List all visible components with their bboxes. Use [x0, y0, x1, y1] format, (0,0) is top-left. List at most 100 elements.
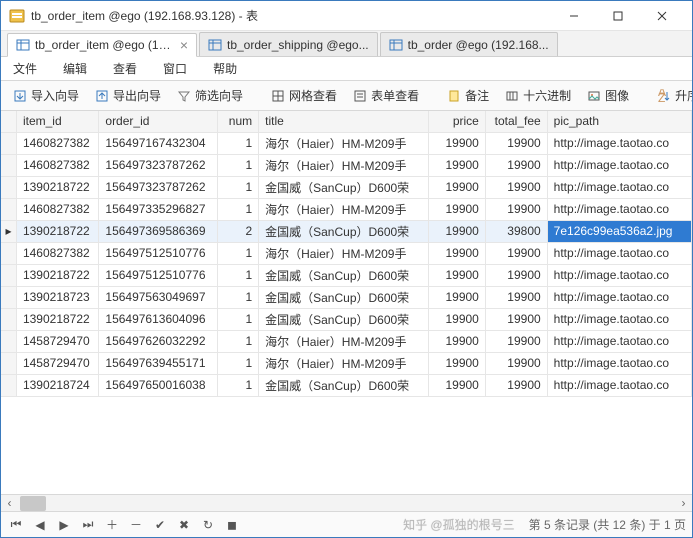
cell-title[interactable]: 金国威（SanCup）D600荣 — [259, 286, 429, 308]
column-header-title[interactable]: title — [259, 111, 429, 132]
column-header-item_id[interactable]: item_id — [16, 111, 98, 132]
cell-pic_path[interactable]: http://image.taotao.co — [547, 198, 691, 220]
cell-pic_path[interactable]: http://image.taotao.co — [547, 374, 691, 396]
cell-total_fee[interactable]: 19900 — [485, 154, 547, 176]
cell-pic_path[interactable]: http://image.taotao.co — [547, 352, 691, 374]
cell-num[interactable]: 1 — [217, 308, 258, 330]
cell-price[interactable]: 19900 — [429, 154, 486, 176]
form-view-button[interactable]: 表单查看 — [347, 85, 425, 107]
scroll-left-icon[interactable]: ‹ — [1, 496, 18, 510]
maximize-button[interactable] — [596, 2, 640, 30]
menu-view[interactable]: 查看 — [107, 58, 143, 79]
cell-num[interactable]: 1 — [217, 242, 258, 264]
cell-order_id[interactable]: 156497563049697 — [99, 286, 218, 308]
cell-item_id[interactable]: 1458729470 — [16, 330, 98, 352]
cell-item_id[interactable]: 1390218722 — [16, 220, 98, 242]
scroll-thumb[interactable] — [20, 496, 46, 511]
table-row[interactable]: 13902187221564973237872621金国威（SanCup）D60… — [1, 176, 692, 198]
nav-add-icon[interactable]: ＋ — [103, 516, 121, 534]
cell-order_id[interactable]: 156497323787262 — [99, 154, 218, 176]
filter-wizard-button[interactable]: 筛选向导 — [171, 85, 249, 107]
table-row[interactable]: ▸13902187221564973695863692金国威（SanCup）D6… — [1, 220, 692, 242]
cell-pic_path[interactable]: http://image.taotao.co — [547, 242, 691, 264]
cell-order_id[interactable]: 156497613604096 — [99, 308, 218, 330]
cell-title[interactable]: 海尔（Haier）HM-M209手 — [259, 242, 429, 264]
table-row[interactable]: 13902187231564975630496971金国威（SanCup）D60… — [1, 286, 692, 308]
nav-prev-icon[interactable]: ◀ — [31, 516, 49, 534]
cell-order_id[interactable]: 156497335296827 — [99, 198, 218, 220]
cell-pic_path[interactable]: http://image.taotao.co — [547, 132, 691, 154]
cell-num[interactable]: 1 — [217, 154, 258, 176]
cell-price[interactable]: 19900 — [429, 374, 486, 396]
cell-title[interactable]: 海尔（Haier）HM-M209手 — [259, 132, 429, 154]
cell-title[interactable]: 海尔（Haier）HM-M209手 — [259, 154, 429, 176]
cell-num[interactable]: 2 — [217, 220, 258, 242]
horizontal-scrollbar[interactable]: ‹ › — [1, 494, 692, 511]
import-wizard-button[interactable]: 导入向导 — [7, 85, 85, 107]
cell-order_id[interactable]: 156497369586369 — [99, 220, 218, 242]
memo-button[interactable]: 备注 — [441, 85, 495, 107]
tab-close-icon[interactable]: × — [180, 38, 188, 52]
cell-item_id[interactable]: 1390218723 — [16, 286, 98, 308]
table-row[interactable]: 14587294701564976260322921海尔（Haier）HM-M2… — [1, 330, 692, 352]
sort-asc-button[interactable]: AZ升序排序 — [651, 85, 692, 107]
cell-item_id[interactable]: 1458729470 — [16, 352, 98, 374]
tab-1[interactable]: tb_order_shipping @ego... — [199, 32, 378, 56]
column-header-order_id[interactable]: order_id — [99, 111, 218, 132]
cell-total_fee[interactable]: 19900 — [485, 352, 547, 374]
nav-apply-icon[interactable]: ✔ — [151, 516, 169, 534]
cell-total_fee[interactable]: 19900 — [485, 374, 547, 396]
column-header-total_fee[interactable]: total_fee — [485, 111, 547, 132]
hex-button[interactable]: 十六进制 — [499, 85, 577, 107]
cell-item_id[interactable]: 1390218722 — [16, 264, 98, 286]
tab-0[interactable]: tb_order_item @ego (19...× — [7, 33, 197, 57]
table-row[interactable]: 14587294701564976394551711海尔（Haier）HM-M2… — [1, 352, 692, 374]
table-row[interactable]: 14608273821564973352968271海尔（Haier）HM-M2… — [1, 198, 692, 220]
cell-num[interactable]: 1 — [217, 352, 258, 374]
scroll-right-icon[interactable]: › — [675, 496, 692, 510]
cell-item_id[interactable]: 1390218722 — [16, 176, 98, 198]
cell-item_id[interactable]: 1460827382 — [16, 198, 98, 220]
cell-order_id[interactable]: 156497626032292 — [99, 330, 218, 352]
cell-pic_path[interactable]: 7e126c99ea536a2.jpg — [547, 220, 691, 242]
cell-title[interactable]: 海尔（Haier）HM-M209手 — [259, 352, 429, 374]
cell-total_fee[interactable]: 19900 — [485, 132, 547, 154]
cell-order_id[interactable]: 156497512510776 — [99, 242, 218, 264]
cell-item_id[interactable]: 1460827382 — [16, 242, 98, 264]
cell-item_id[interactable]: 1390218722 — [16, 308, 98, 330]
cell-total_fee[interactable]: 19900 — [485, 242, 547, 264]
table-row[interactable]: 13902187221564975125107761金国威（SanCup）D60… — [1, 264, 692, 286]
nav-last-icon[interactable]: ⏭ — [79, 516, 97, 534]
cell-num[interactable]: 1 — [217, 264, 258, 286]
cell-price[interactable]: 19900 — [429, 286, 486, 308]
cell-price[interactable]: 19900 — [429, 330, 486, 352]
column-header-price[interactable]: price — [429, 111, 486, 132]
cell-price[interactable]: 19900 — [429, 352, 486, 374]
cell-price[interactable]: 19900 — [429, 198, 486, 220]
cell-num[interactable]: 1 — [217, 286, 258, 308]
cell-num[interactable]: 1 — [217, 176, 258, 198]
cell-total_fee[interactable]: 19900 — [485, 176, 547, 198]
cell-title[interactable]: 海尔（Haier）HM-M209手 — [259, 198, 429, 220]
cell-title[interactable]: 金国威（SanCup）D600荣 — [259, 308, 429, 330]
column-header-pic_path[interactable]: pic_path — [547, 111, 691, 132]
cell-price[interactable]: 19900 — [429, 308, 486, 330]
table-row[interactable]: 14608273821564973237872621海尔（Haier）HM-M2… — [1, 154, 692, 176]
cell-price[interactable]: 19900 — [429, 242, 486, 264]
nav-delete-icon[interactable]: － — [127, 516, 145, 534]
cell-price[interactable]: 19900 — [429, 132, 486, 154]
data-grid[interactable]: item_idorder_idnumtitlepricetotal_feepic… — [1, 111, 692, 494]
nav-stop-icon[interactable]: ◼ — [223, 516, 241, 534]
cell-total_fee[interactable]: 19900 — [485, 286, 547, 308]
cell-num[interactable]: 1 — [217, 198, 258, 220]
cell-total_fee[interactable]: 39800 — [485, 220, 547, 242]
cell-pic_path[interactable]: http://image.taotao.co — [547, 330, 691, 352]
cell-item_id[interactable]: 1390218724 — [16, 374, 98, 396]
tab-2[interactable]: tb_order @ego (192.168... — [380, 32, 558, 56]
cell-order_id[interactable]: 156497650016038 — [99, 374, 218, 396]
cell-order_id[interactable]: 156497512510776 — [99, 264, 218, 286]
cell-total_fee[interactable]: 19900 — [485, 308, 547, 330]
cell-order_id[interactable]: 156497323787262 — [99, 176, 218, 198]
cell-total_fee[interactable]: 19900 — [485, 198, 547, 220]
cell-title[interactable]: 金国威（SanCup）D600荣 — [259, 176, 429, 198]
